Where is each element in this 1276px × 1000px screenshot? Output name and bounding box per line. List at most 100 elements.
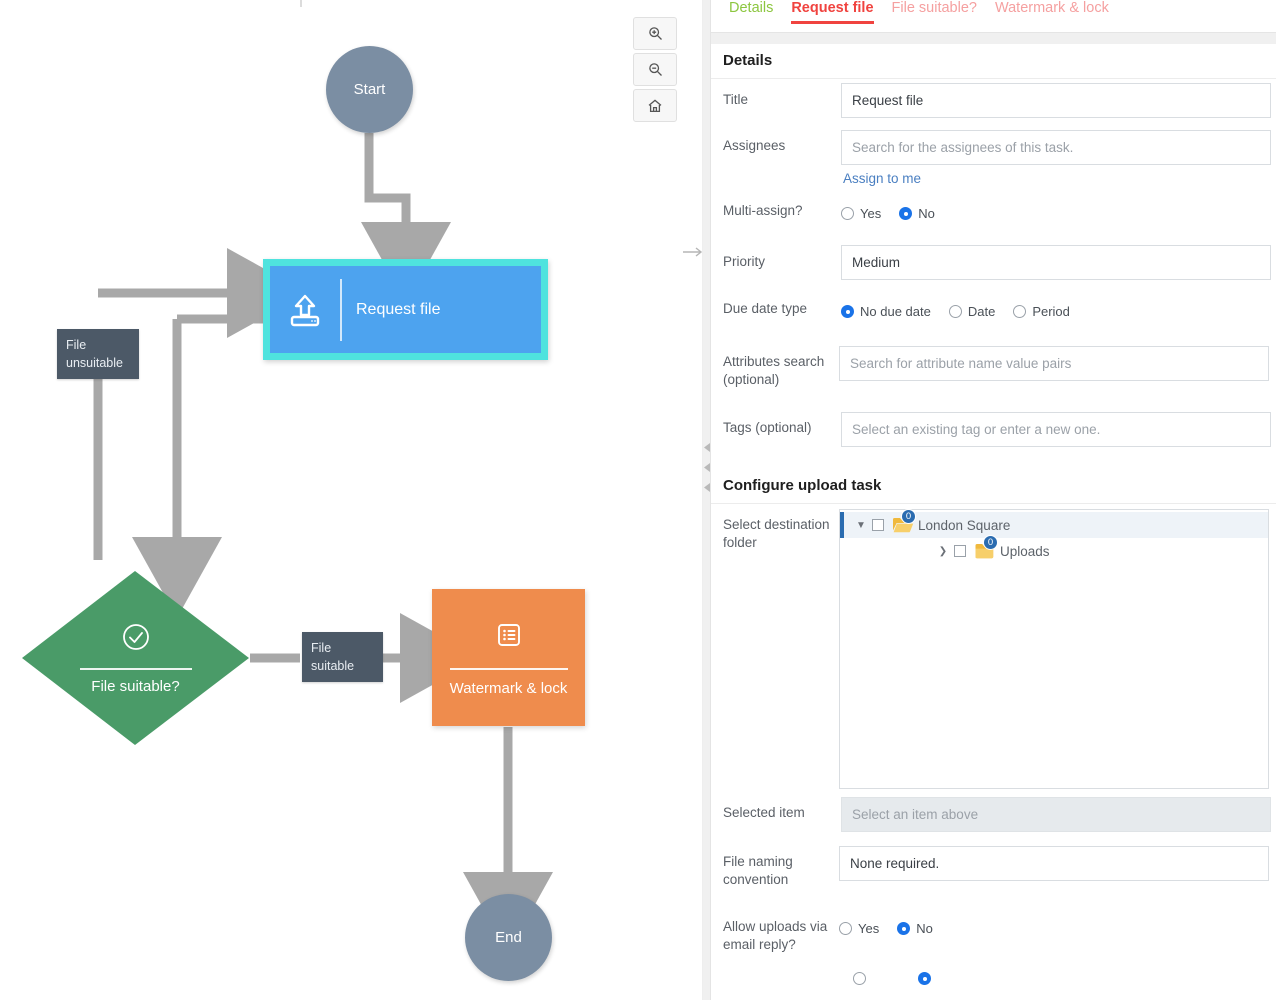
panel-splitter[interactable] <box>702 0 711 1000</box>
folder-count-badge: 0 <box>901 509 916 524</box>
field-label-priority: Priority <box>723 254 766 269</box>
field-row-assignees: Assignees Search for the assignees of th… <box>711 123 1276 193</box>
node-request-file-label: Request file <box>356 300 441 318</box>
tree-item-london-square[interactable]: ▼ 0 London Square <box>840 509 1268 538</box>
radio-label: Yes <box>860 206 882 221</box>
node-request-file[interactable]: Request file <box>263 259 548 360</box>
assignees-input[interactable]: Search for the assignees of this task. <box>841 130 1271 165</box>
node-end[interactable]: End <box>465 894 552 981</box>
edge-label-line: File suitable <box>311 641 355 673</box>
radio-label: Period <box>1032 304 1070 319</box>
edge-label-file-unsuitable[interactable]: File unsuitable <box>57 329 139 379</box>
upload-icon <box>276 290 334 330</box>
node-divider <box>449 667 568 670</box>
field-label-attributes-search: Attributes search (optional) <box>723 354 825 387</box>
section-title-details: Details <box>711 45 1276 79</box>
due-date-option-date[interactable]: Date <box>948 304 996 319</box>
folder-count-badge: 0 <box>983 535 998 550</box>
due-date-option-period[interactable]: Period <box>1013 304 1070 319</box>
field-label-destination-folder: Select destination folder <box>723 517 830 550</box>
title-input[interactable]: Request file <box>841 83 1271 118</box>
multi-assign-option-no[interactable]: No <box>899 206 935 221</box>
due-date-option-no-due-date[interactable]: No due date <box>841 304 931 319</box>
radio-icon[interactable] <box>899 207 913 220</box>
tab-label: Watermark & lock <box>994 0 1109 16</box>
flowchart-canvas[interactable]: Start Request file File suitable? Waterm… <box>0 0 707 1000</box>
reset-view-button[interactable] <box>633 89 677 122</box>
radio-label: Date <box>967 304 996 319</box>
tree-checkbox[interactable] <box>872 519 884 531</box>
tab-watermark-lock[interactable]: Watermark & lock <box>986 0 1118 24</box>
multi-assign-option-yes[interactable]: Yes <box>841 206 881 221</box>
canvas-guide-tick <box>300 0 302 7</box>
field-row-multi-assign: Multi-assign? Yes No <box>711 193 1276 241</box>
field-row-tags: Tags (optional) Select an existing tag o… <box>711 407 1276 461</box>
field-row-selected-item: Selected item Select an item above <box>711 794 1276 842</box>
node-start-label: Start <box>353 81 386 98</box>
tab-request-file[interactable]: Request file <box>782 0 882 24</box>
chevron-down-icon[interactable]: ▼ <box>852 520 870 531</box>
node-watermark-lock[interactable]: Watermark & lock <box>432 589 585 726</box>
folder-closed-icon: 0 <box>974 535 998 560</box>
edge-label-file-suitable[interactable]: File suitable <box>302 632 383 682</box>
zoom-controls <box>633 17 677 125</box>
zoom-out-button[interactable] <box>633 53 677 86</box>
node-end-label: End <box>495 929 522 946</box>
priority-select[interactable]: Medium <box>841 245 1271 280</box>
chevron-right-icon[interactable]: ❯ <box>934 546 952 557</box>
radio-label: Yes <box>858 921 880 936</box>
task-tabs: Details Request file File suitable? Wate… <box>711 0 1276 32</box>
field-label-due-date-type: Due date type <box>723 301 808 316</box>
field-label-multi-assign: Multi-assign? <box>723 203 803 218</box>
task-details-panel: Details Request file File suitable? Wate… <box>711 0 1276 1000</box>
selected-item-input: Select an item above <box>841 797 1271 832</box>
field-row-email-uploads: Allow uploads via email reply? Yes No <box>711 908 1276 968</box>
radio-icon[interactable] <box>839 922 852 935</box>
file-naming-convention-select[interactable]: None required. <box>839 846 1269 881</box>
radio-icon[interactable] <box>897 922 911 935</box>
email-uploads-option-yes[interactable]: Yes <box>839 921 879 936</box>
attributes-search-input[interactable]: Search for attribute name value pairs <box>839 346 1269 381</box>
zoom-in-button[interactable] <box>633 17 677 50</box>
tags-input[interactable]: Select an existing tag or enter a new on… <box>841 412 1271 447</box>
radio-icon[interactable] <box>918 972 932 985</box>
tree-item-label: Uploads <box>1000 543 1050 559</box>
tab-file-suitable[interactable]: File suitable? <box>883 0 986 24</box>
field-label-selected-item: Selected item <box>723 805 805 820</box>
tab-label: File suitable? <box>891 0 977 16</box>
tree-item-uploads[interactable]: ❯ 0 Uploads <box>840 535 1268 564</box>
radio-icon[interactable] <box>1013 305 1027 318</box>
radio-icon[interactable] <box>853 972 866 985</box>
destination-folder-tree[interactable]: ▼ 0 London Square ❯ 0 Uploads <box>839 509 1269 789</box>
node-start[interactable]: Start <box>326 46 413 133</box>
tree-checkbox[interactable] <box>954 545 966 557</box>
tab-label: Request file <box>791 0 874 16</box>
tab-details[interactable]: Details <box>720 0 782 24</box>
due-date-type-radio-group: No due date Date Period <box>841 295 1276 319</box>
node-watermark-lock-label: Watermark & lock <box>449 679 568 697</box>
check-circle-icon <box>120 621 152 658</box>
node-divider <box>340 278 342 341</box>
field-label-assignees: Assignees <box>723 138 786 153</box>
field-row-title: Title Request file <box>711 79 1276 123</box>
pan-right-hint-icon <box>682 245 704 263</box>
field-row-due-date-type: Due date type No due date Date Period <box>711 291 1276 341</box>
flowchart-connectors <box>22 133 553 953</box>
assign-to-me-link[interactable]: Assign to me <box>841 165 921 186</box>
radio-icon[interactable] <box>948 305 962 318</box>
field-row-attributes-search: Attributes search (optional) Search for … <box>711 341 1276 407</box>
email-uploads-radio-group: Yes No <box>839 912 1276 936</box>
email-uploads-option-no[interactable]: No <box>897 921 933 936</box>
field-row-destination-folder: Select destination folder ▼ 0 London Squ… <box>711 504 1276 794</box>
radio-icon[interactable] <box>841 207 854 220</box>
node-decision[interactable]: File suitable? <box>22 571 249 745</box>
field-label-file-naming-convention: File naming convention <box>723 854 793 887</box>
tree-item-label: London Square <box>918 517 1011 533</box>
field-row-priority: Priority Medium <box>711 241 1276 291</box>
tab-label: Details <box>729 0 774 16</box>
field-row-partial-bottom <box>711 968 1276 990</box>
folder-open-icon: 0 <box>892 509 916 534</box>
radio-label: No <box>918 206 935 221</box>
field-label-email-uploads: Allow uploads via email reply? <box>723 919 828 952</box>
radio-icon[interactable] <box>841 305 854 318</box>
